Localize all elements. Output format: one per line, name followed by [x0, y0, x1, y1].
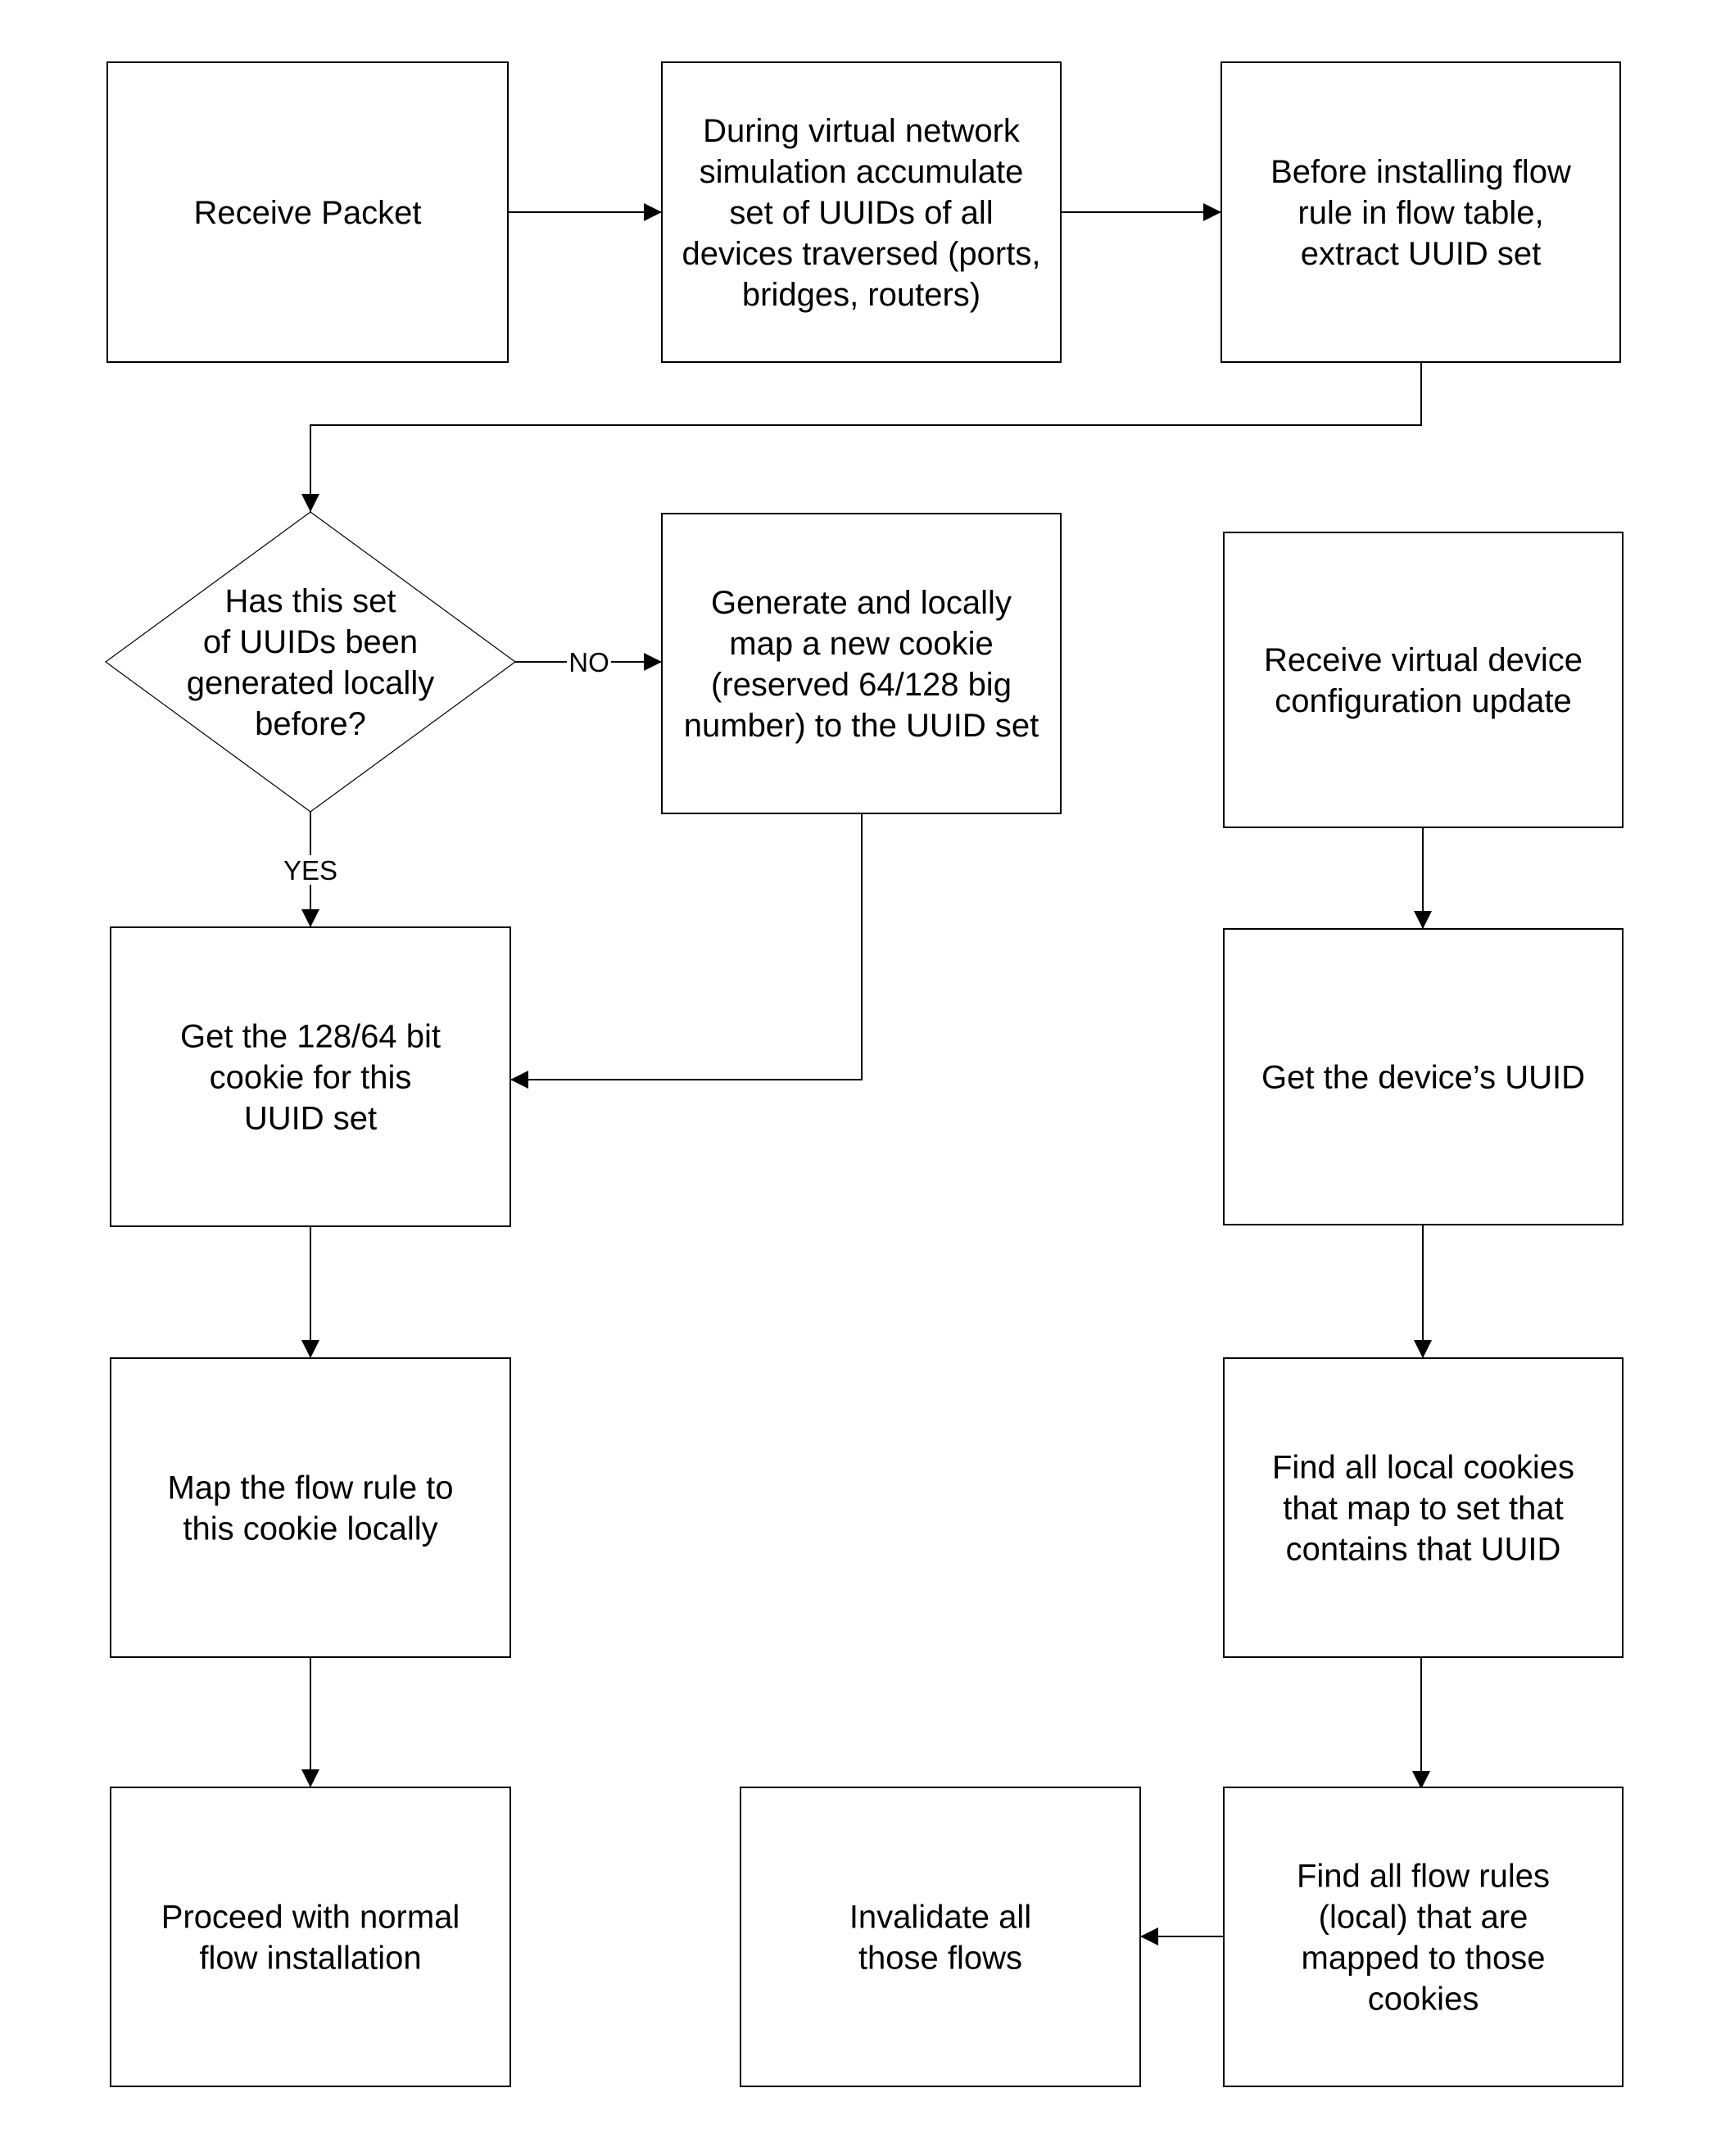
- process-box: [110, 1787, 511, 2087]
- node-text-line: mapped to those: [1302, 1941, 1546, 1977]
- node-uuid-set-seen-decision: Has this set of UUIDs been generated local…: [104, 511, 517, 813]
- node-text-line: cookie for this: [210, 1060, 412, 1096]
- edge-label-text: NO: [568, 647, 609, 677]
- node-receive-config-update: Receive virtual device configuration upda…: [1223, 532, 1624, 828]
- edge-e1: [508, 203, 662, 221]
- node-find-flow-rules: Find all flow rules (local) that are mappe…: [1223, 1787, 1624, 2087]
- node-find-local-cookies: Find all local cookies that map to set th…: [1223, 1357, 1624, 1658]
- node-text-line: UUID set: [244, 1101, 377, 1137]
- arrowhead-icon: [301, 909, 319, 927]
- node-text-line: Map the flow rule to: [167, 1470, 453, 1506]
- node-text-line: of UUIDs been: [203, 624, 418, 660]
- flowchart-canvas: Receive Packet During virtual network simu…: [104, 61, 1624, 2087]
- edge-e3: [301, 362, 1422, 512]
- decision-diamond: [104, 511, 517, 813]
- node-text-line: configuration update: [1275, 683, 1572, 719]
- edge-e11: [1412, 1657, 1430, 1789]
- arrowhead-icon: [301, 1769, 319, 1787]
- edge-e6: [510, 813, 863, 1089]
- node-text-line: extract UUID set: [1301, 236, 1541, 272]
- node-text-line: bridges, routers): [742, 277, 980, 313]
- arrowhead-icon: [1140, 1927, 1158, 1945]
- arrowhead-icon: [1414, 911, 1432, 929]
- node-text-line: Receive Packet: [194, 195, 422, 231]
- edge-e7: [301, 1226, 319, 1358]
- connector-line: [510, 813, 863, 1080]
- edge-e8: [301, 1657, 319, 1787]
- edge-e12: [1140, 1927, 1224, 1945]
- node-text-line: Get the device’s UUID: [1261, 1060, 1585, 1096]
- node-text-line: Find all local cookies: [1272, 1450, 1574, 1486]
- arrowhead-icon: [510, 1071, 528, 1089]
- node-text-line: Receive virtual device: [1264, 642, 1583, 678]
- arrowhead-icon: [644, 653, 662, 671]
- node-text-line: contains that UUID: [1286, 1532, 1561, 1568]
- nodes-layer: Receive Packet During virtual network simu…: [104, 61, 1624, 2087]
- node-extract-uuid-set: Before installing flow rule in flow table…: [1221, 61, 1621, 363]
- arrowhead-icon: [1412, 1771, 1430, 1789]
- node-text-line: Invalidate all: [849, 1900, 1031, 1936]
- arrowhead-icon: [1414, 1340, 1432, 1358]
- node-text-line: number) to the UUID set: [684, 708, 1039, 744]
- node-map-flow-rule: Map the flow rule to this cookie locally: [110, 1357, 511, 1658]
- node-proceed-installation: Proceed with normal flow installation: [110, 1787, 511, 2087]
- node-get-cookie: Get the 128/64 bit cookie for this UUID se…: [110, 926, 511, 1227]
- node-text-line: rule in flow table,: [1298, 195, 1543, 231]
- node-text-line: simulation accumulate: [700, 154, 1024, 190]
- process-box: [661, 513, 1062, 814]
- node-text-line: devices traversed (ports,: [682, 236, 1041, 272]
- node-text-line: Get the 128/64 bit: [180, 1019, 441, 1055]
- edge-e2: [1061, 203, 1221, 221]
- node-text-line: those flows: [858, 1941, 1022, 1977]
- arrowhead-icon: [301, 1340, 319, 1358]
- node-text-line: (reserved 64/128 big: [711, 667, 1012, 703]
- node-text-line: During virtual network: [703, 113, 1021, 149]
- node-text-line: Has this set: [225, 583, 396, 619]
- arrowhead-icon: [301, 494, 319, 512]
- node-text-line: Generate and locally: [711, 585, 1012, 621]
- node-text-line: that map to set that: [1283, 1491, 1563, 1527]
- node-text-line: set of UUIDs of all: [729, 195, 993, 231]
- node-text-line: Proceed with normal: [161, 1900, 460, 1936]
- node-text-line: generated locally: [187, 665, 434, 701]
- node-text-line: Find all flow rules: [1297, 1859, 1550, 1895]
- node-text-line: cookies: [1368, 1982, 1479, 2018]
- arrowhead-icon: [1203, 203, 1221, 221]
- node-text-line: this cookie locally: [183, 1511, 437, 1547]
- process-box: [110, 1357, 511, 1658]
- edge-label-no: NO: [567, 647, 611, 677]
- process-box: [1223, 1787, 1624, 2087]
- node-invalidate-flows: Invalidate all those flows: [740, 1787, 1141, 2087]
- node-text-line: flow installation: [199, 1941, 421, 1977]
- node-text-line: before?: [255, 706, 366, 742]
- process-box: [740, 1787, 1141, 2087]
- edge-label-text: YES: [283, 855, 337, 886]
- edge-e10: [1414, 1225, 1432, 1358]
- connector-line: [310, 362, 1422, 512]
- arrowhead-icon: [644, 203, 662, 221]
- node-text-line: (local) that are: [1319, 1900, 1528, 1936]
- edge-label-yes: YES: [282, 855, 339, 886]
- node-get-device-uuid: Get the device’s UUID: [1223, 928, 1624, 1225]
- node-accumulate-uuids: During virtual network simulation accumul…: [661, 61, 1062, 363]
- edge-e9: [1414, 827, 1432, 929]
- node-receive-packet: Receive Packet: [106, 61, 509, 363]
- node-generate-cookie: Generate and locally map a new cookie (res…: [661, 513, 1062, 814]
- node-text-line: Before installing flow: [1270, 154, 1571, 190]
- node-text-line: map a new cookie: [729, 626, 993, 662]
- process-box: [1223, 532, 1624, 828]
